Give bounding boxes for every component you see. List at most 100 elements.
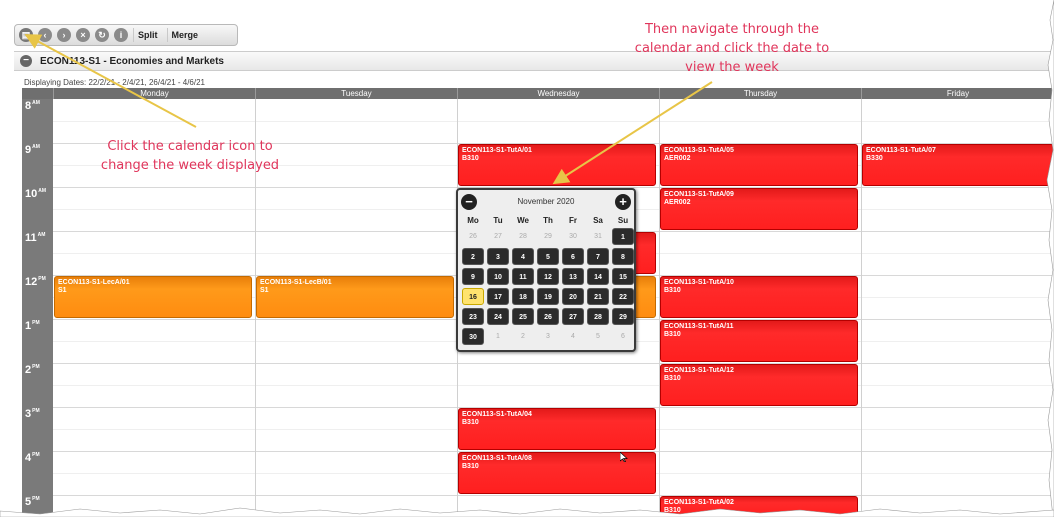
event-code: ECON113-S1-TutA/05 xyxy=(664,147,734,154)
time-label: 11AM xyxy=(25,232,46,244)
date-cell[interactable]: 27 xyxy=(562,308,584,325)
date-cell: 26 xyxy=(469,233,477,240)
annotation-text: calendar and click the date to xyxy=(634,41,830,56)
date-cell: 30 xyxy=(569,233,577,240)
date-cell[interactable]: 13 xyxy=(562,268,584,285)
date-cell[interactable]: 10 xyxy=(487,268,509,285)
time-label: 10AM xyxy=(25,188,47,200)
forward-icon[interactable]: › xyxy=(57,28,71,42)
event-block[interactable]: ECON113-S1-TutA/10 B310 xyxy=(660,276,858,318)
event-block[interactable]: ECON113-S1-TutA/04 B310 xyxy=(458,408,656,450)
hour-line xyxy=(53,363,1054,364)
event-room: B310 xyxy=(664,287,681,294)
event-block[interactable]: ECON113-S1-LecA/01 S1 xyxy=(54,276,252,318)
time-label: 1PM xyxy=(25,320,40,332)
calendar-icon[interactable]: ▤ xyxy=(19,28,33,42)
date-cell[interactable]: 2 xyxy=(462,248,484,265)
event-room: S1 xyxy=(58,287,67,294)
date-picker: − November 2020 + Mo Tu We Th Fr Sa Su 26 27 28 29… xyxy=(456,188,636,352)
date-cell[interactable]: 23 xyxy=(462,308,484,325)
half-hour-line xyxy=(53,121,1054,122)
day-header-monday: Monday xyxy=(53,88,255,99)
date-cell[interactable]: 26 xyxy=(537,308,559,325)
time-label: 2PM xyxy=(25,364,40,376)
date-cell[interactable]: 25 xyxy=(512,308,534,325)
date-cell[interactable]: 4 xyxy=(512,248,534,265)
mouse-cursor-icon xyxy=(620,452,628,462)
date-cell[interactable]: 28 xyxy=(587,308,609,325)
date-cell[interactable]: 29 xyxy=(612,308,634,325)
event-room: AER002 xyxy=(664,155,691,162)
time-label: 8AM xyxy=(25,100,40,112)
event-block[interactable]: ECON113-S1-TutA/05 AER002 xyxy=(660,144,858,186)
date-cell[interactable]: 11 xyxy=(512,268,534,285)
hour-line xyxy=(53,495,1054,496)
date-cell[interactable]: 9 xyxy=(462,268,484,285)
day-header-friday: Friday xyxy=(861,88,1054,99)
date-cell: 5 xyxy=(596,333,600,340)
day-header-wednesday: Wednesday xyxy=(457,88,659,99)
event-block[interactable]: ECON113-S1-TutA/09 AER002 xyxy=(660,188,858,230)
event-room: S1 xyxy=(260,287,269,294)
date-cell[interactable]: 20 xyxy=(562,288,584,305)
date-cell[interactable]: 30 xyxy=(462,328,484,345)
event-block[interactable]: ECON113-S1-LecB/01 S1 xyxy=(256,276,454,318)
date-cell[interactable]: 24 xyxy=(487,308,509,325)
day-header-tuesday: Tuesday xyxy=(255,88,457,99)
course-title: ECON113-S1 - Economies and Markets xyxy=(40,55,224,67)
date-cell: 31 xyxy=(594,233,602,240)
time-label: 12PM xyxy=(25,276,46,288)
time-label: 4PM xyxy=(25,452,40,464)
info-icon[interactable]: i xyxy=(114,28,128,42)
event-block[interactable]: ECON113-S1-TutA/11 B310 xyxy=(660,320,858,362)
weekday-label: Mo xyxy=(467,216,479,225)
date-cell[interactable]: 15 xyxy=(612,268,634,285)
date-cell[interactable]: 14 xyxy=(587,268,609,285)
date-cell[interactable]: 1 xyxy=(612,228,634,245)
event-room: B310 xyxy=(462,419,479,426)
event-code: ECON113-S1-TutA/12 xyxy=(664,367,734,374)
date-cell[interactable]: 3 xyxy=(487,248,509,265)
weekday-label: Fr xyxy=(569,216,577,225)
event-code: ECON113-S1-TutA/04 xyxy=(462,411,532,418)
annotation-left: Click the calendar icon to change the we… xyxy=(90,137,290,175)
date-cell[interactable]: 18 xyxy=(512,288,534,305)
collapse-icon[interactable]: − xyxy=(20,55,32,67)
date-cell[interactable]: 8 xyxy=(612,248,634,265)
event-room: B310 xyxy=(664,375,681,382)
annotation-text: change the week displayed xyxy=(100,158,280,173)
date-cell[interactable]: 19 xyxy=(537,288,559,305)
torn-edge-bottom xyxy=(0,507,1054,517)
event-room: AER002 xyxy=(664,199,691,206)
date-cell[interactable]: 17 xyxy=(487,288,509,305)
refresh-icon[interactable]: ↻ xyxy=(95,28,109,42)
close-icon[interactable]: × xyxy=(76,28,90,42)
split-button[interactable]: Split xyxy=(133,28,162,42)
date-cell: 3 xyxy=(546,333,550,340)
date-picker-header: − November 2020 + xyxy=(458,194,634,210)
date-cell[interactable]: 22 xyxy=(612,288,634,305)
displaying-dates: Displaying Dates: 22/2/21 - 2/4/21, 26/4… xyxy=(24,78,206,87)
date-cell[interactable]: 6 xyxy=(562,248,584,265)
date-cell[interactable]: 5 xyxy=(537,248,559,265)
event-room: B310 xyxy=(462,463,479,470)
merge-button[interactable]: Merge xyxy=(166,28,203,42)
time-label: 9AM xyxy=(25,144,40,156)
half-hour-line xyxy=(53,385,1054,386)
date-cell: 29 xyxy=(544,233,552,240)
annotation-text: Click the calendar icon to xyxy=(107,139,273,154)
event-block[interactable]: ECON113-S1-TutA/07 B330 xyxy=(862,144,1054,186)
event-block[interactable]: ECON113-S1-TutA/12 B310 xyxy=(660,364,858,406)
event-code: ECON113-S1-TutA/10 xyxy=(664,279,734,286)
date-cell: 6 xyxy=(621,333,625,340)
date-cell[interactable]: 16 xyxy=(462,288,484,305)
date-cell: 27 xyxy=(494,233,502,240)
back-icon[interactable]: ‹ xyxy=(38,28,52,42)
event-code: ECON113-S1-TutA/09 xyxy=(664,191,734,198)
date-cell[interactable]: 12 xyxy=(537,268,559,285)
date-cell[interactable]: 7 xyxy=(587,248,609,265)
next-month-button[interactable]: + xyxy=(615,194,631,210)
event-room: B310 xyxy=(664,331,681,338)
date-cell[interactable]: 21 xyxy=(587,288,609,305)
event-block[interactable]: ECON113-S1-TutA/01 B310 xyxy=(458,144,656,186)
